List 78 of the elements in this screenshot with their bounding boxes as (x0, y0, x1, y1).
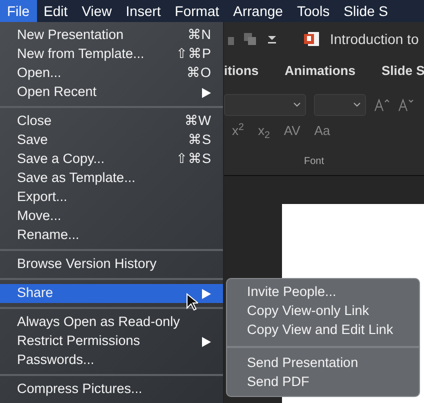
ribbon-button[interactable]: AV (284, 121, 300, 141)
menu-item[interactable]: Invite People... (227, 283, 419, 302)
menubar-item[interactable]: Edit (36, 0, 75, 22)
menu-item[interactable]: Send Presentation (227, 354, 419, 373)
dropdown-icon[interactable] (268, 34, 276, 44)
submenu-arrow-icon (202, 288, 211, 298)
menu-item[interactable]: Share (0, 284, 223, 303)
menu-item[interactable]: Copy View-only Link (227, 302, 419, 321)
chevron-down-icon (293, 102, 301, 108)
menu-item[interactable]: Copy View and Edit Link (227, 321, 419, 340)
menu-item-label: Save a Copy... (17, 150, 105, 168)
shortcut-label: ⌘W (184, 112, 211, 130)
menu-item-label: Save as Template... (17, 169, 136, 188)
ribbon-tab[interactable]: Animations (284, 61, 356, 81)
menu-item-label: Open... (17, 64, 62, 82)
menu-item-label: Restrict Permissions (17, 332, 140, 350)
menu-item-label: Export... (17, 188, 68, 206)
menu-item-label: New from Template... (17, 45, 144, 64)
menu-item-label: Open Recent (17, 83, 97, 102)
ribbon-tab[interactable]: itions (224, 61, 259, 81)
submenu-arrow-icon (202, 88, 211, 98)
menu-item[interactable]: Save a Copy... ⇧⌘S (0, 150, 223, 169)
menu-item[interactable]: Compress Pictures... (0, 380, 223, 399)
shortcut-label: ⌘N (187, 26, 211, 44)
ribbon-group-label: Font (224, 144, 424, 176)
presentation-file-icon (304, 31, 320, 47)
menu-item-label: Copy View and Edit Link (247, 321, 394, 340)
menubar-item[interactable]: Insert (118, 0, 168, 22)
shortcut-label: ⇧⌘P (176, 45, 211, 64)
menu-item[interactable]: Send PDF (227, 373, 419, 392)
ribbon-button[interactable]: x$_{2}$ (258, 121, 270, 141)
menu-item-label: Passwords... (17, 351, 94, 370)
menu-item[interactable]: Browse Version History (0, 255, 223, 274)
shortcut-label: ⇧⌘S (176, 150, 211, 168)
menu-item-label: Invite People... (247, 283, 336, 302)
ribbon-button[interactable]: Aa (314, 121, 330, 141)
menubar-item[interactable]: Format (168, 0, 226, 22)
menu-item[interactable]: Save as Template... (0, 169, 223, 188)
menu-item-label: Share (17, 284, 54, 302)
menubar-item[interactable]: Slide S (336, 0, 395, 22)
menu-item[interactable]: Export... (0, 188, 223, 207)
menu-item-label: Send Presentation (247, 354, 358, 372)
menu-item[interactable]: Restrict Permissions (0, 332, 223, 351)
menu-item-label: Rename... (17, 226, 80, 244)
menubar-item[interactable]: File (0, 0, 37, 22)
ribbon-tab[interactable]: Slide S (381, 61, 424, 81)
menubar-item[interactable]: Tools (290, 0, 337, 22)
grow-font-icon[interactable] (374, 98, 390, 112)
mouse-pointer-icon (186, 293, 198, 311)
shortcut-label: ⌘S (188, 131, 211, 150)
menu-item-label: New Presentation (17, 26, 124, 44)
menu-item-label: Send PDF (247, 373, 310, 392)
menu-item[interactable]: New Presentation ⌘N (0, 26, 223, 45)
menu-item-label: Close (17, 112, 52, 130)
menu-item[interactable]: Open Recent (0, 83, 223, 102)
menu-item-label: Compress Pictures... (17, 380, 142, 398)
menu-item[interactable]: Move... (0, 207, 223, 226)
menu-item[interactable]: Always Open as Read-only (0, 313, 223, 332)
ribbon-button[interactable]: x$^{2}$ (232, 121, 244, 141)
menu-item-label: Copy View-only Link (247, 302, 370, 320)
menu-item[interactable]: Passwords... (0, 351, 223, 370)
menu-item-label: Move... (17, 207, 62, 226)
menubar-item[interactable]: Arrange (226, 0, 290, 22)
menu-item-label: Browse Version History (17, 255, 157, 274)
document-title: Introduction to (330, 30, 419, 48)
menu-item-label: Always Open as Read-only (17, 313, 180, 332)
submenu-arrow-icon (202, 336, 211, 346)
menu-item[interactable]: Rename... (0, 226, 223, 245)
menubar-item[interactable]: View (74, 0, 119, 22)
chevron-down-icon (353, 102, 361, 108)
toolbar-icon[interactable] (228, 31, 258, 47)
shrink-font-icon[interactable] (398, 98, 414, 112)
menu-item-label: Save (17, 131, 48, 150)
menu-item[interactable]: Open... ⌘O (0, 64, 223, 83)
menu-item[interactable]: Close ⌘W (0, 112, 223, 131)
menu-item[interactable]: New from Template... ⇧⌘P (0, 45, 223, 64)
menu-item[interactable]: Save ⌘S (0, 131, 223, 150)
shortcut-label: ⌘O (186, 64, 211, 82)
